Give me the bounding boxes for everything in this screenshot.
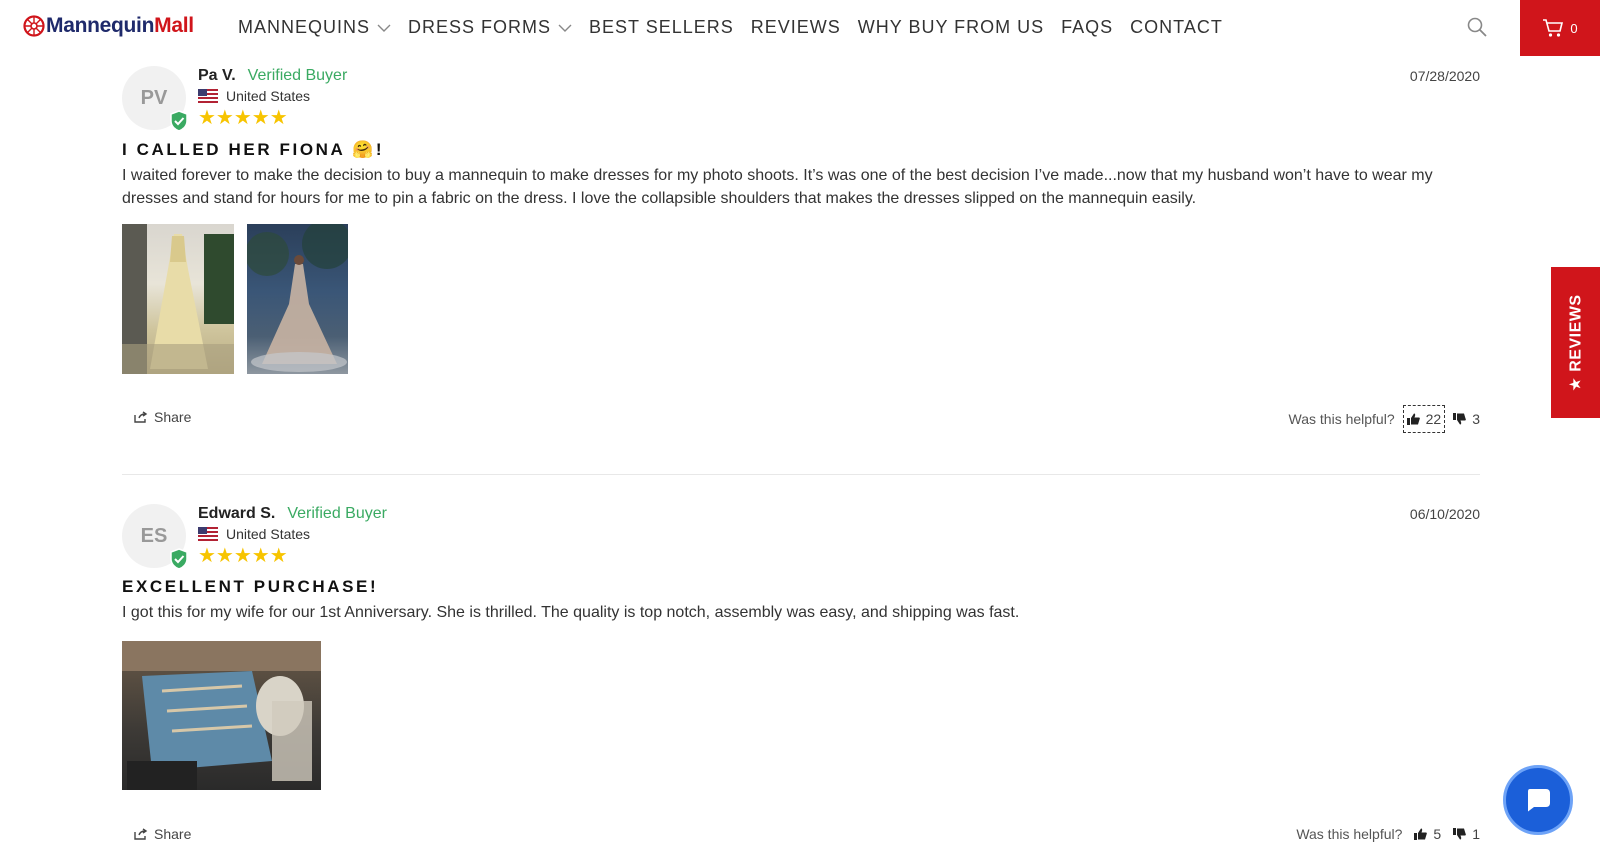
nav-label: FAQS	[1061, 17, 1114, 37]
review-photo[interactable]	[122, 224, 234, 374]
nav-item-reviews[interactable]: REVIEWS	[751, 17, 841, 38]
logo-text: MannequinMall	[46, 14, 194, 38]
photo-dress-image	[122, 224, 234, 374]
upvote-count: 5	[1433, 826, 1442, 842]
helpful-label: Was this helpful?	[1296, 826, 1403, 842]
country-label: United States	[226, 526, 311, 542]
thumbs-down-icon	[1453, 828, 1467, 840]
photo-gown-image	[247, 224, 348, 372]
review-title: I CALLED HER FIONA 🤗!	[122, 140, 385, 159]
reviewer-name: Edward S.	[198, 505, 276, 522]
site-header: MannequinMall MANNEQUINS DRESS FORMS BES…	[0, 0, 1600, 56]
cart-button[interactable]: 0	[1520, 0, 1600, 56]
reviewer-info: Pa V. Verified Buyer	[198, 67, 347, 85]
downvote-count: 3	[1472, 411, 1480, 427]
cart-count: 0	[1570, 20, 1578, 36]
helpful-label: Was this helpful?	[1288, 411, 1395, 427]
downvote-count: 1	[1472, 826, 1480, 842]
us-flag-icon	[198, 89, 218, 103]
share-label: Share	[154, 409, 192, 425]
review-item: PV Pa V. Verified Buyer United States ★★…	[122, 66, 1480, 446]
chat-button[interactable]	[1503, 765, 1573, 835]
share-button[interactable]: Share	[134, 409, 191, 425]
star-rating: ★★★★★	[198, 107, 288, 129]
reviewer-info: Edward S. Verified Buyer	[198, 505, 387, 523]
downvote-button[interactable]: 3	[1453, 411, 1480, 427]
nav-label: DRESS FORMS	[408, 17, 552, 37]
upvote-button[interactable]: 22	[1402, 405, 1446, 433]
main-nav: MANNEQUINS DRESS FORMS BEST SELLERS REVI…	[238, 17, 1240, 38]
nav-label: BEST SELLERS	[589, 17, 734, 37]
nav-label: REVIEWS	[750, 17, 841, 37]
nav-label: MANNEQUINS	[238, 17, 371, 37]
helpful-votes: Was this helpful? 22 3	[1288, 405, 1480, 433]
reviews-tab-label: ★ REVIEWS	[1567, 293, 1585, 392]
share-icon	[134, 411, 148, 423]
share-button[interactable]: Share	[134, 826, 191, 842]
nav-item-mannequins[interactable]: MANNEQUINS	[238, 17, 391, 38]
review-date: 07/28/2020	[1409, 68, 1480, 84]
upvote-button[interactable]: 5	[1414, 826, 1441, 842]
nav-label: WHY BUY FROM US	[857, 17, 1045, 37]
review-divider	[122, 474, 1480, 475]
reviewer-country: United States	[198, 526, 310, 542]
photo-mannequin-image	[122, 641, 321, 790]
chat-bubble-icon	[1528, 789, 1550, 812]
review-body: I waited forever to make the decision to…	[122, 167, 1433, 207]
verified-badge-icon	[170, 110, 188, 132]
us-flag-icon	[198, 527, 218, 541]
nav-item-best-sellers[interactable]: BEST SELLERS	[589, 17, 734, 38]
nav-item-contact[interactable]: CONTACT	[1130, 17, 1223, 38]
nav-item-dress-forms[interactable]: DRESS FORMS	[408, 17, 572, 38]
thumbs-up-icon	[1406, 413, 1420, 425]
thumbs-down-icon	[1453, 413, 1467, 425]
search-icon[interactable]	[1466, 16, 1488, 38]
helpful-votes: Was this helpful? 5 1	[1296, 826, 1480, 842]
logo-text-part2: Mall	[154, 14, 194, 37]
reviewer-country: United States	[198, 88, 310, 104]
reviews-side-tab[interactable]: ★ REVIEWS	[1551, 267, 1600, 418]
review-photo[interactable]	[122, 641, 321, 790]
chevron-down-icon	[377, 24, 391, 32]
downvote-button[interactable]: 1	[1453, 826, 1480, 842]
upvote-count: 22	[1425, 411, 1442, 427]
review-date: 06/10/2020	[1409, 506, 1480, 522]
logo-icon	[23, 15, 45, 37]
verified-buyer-label: Verified Buyer	[287, 505, 387, 522]
logo[interactable]: MannequinMall	[23, 14, 194, 38]
thumbs-up-icon	[1414, 828, 1428, 840]
review-body: I got this for my wife for our 1st Anniv…	[122, 604, 1020, 621]
reviewer-name: Pa V.	[198, 67, 236, 84]
star-rating: ★★★★★	[198, 545, 288, 567]
chevron-down-icon	[558, 24, 572, 32]
review-item: ES Edward S. Verified Buyer United State…	[122, 504, 1480, 854]
review-photo[interactable]	[247, 224, 348, 374]
nav-label: CONTACT	[1130, 17, 1223, 37]
share-label: Share	[154, 826, 192, 842]
verified-buyer-label: Verified Buyer	[247, 67, 348, 84]
logo-text-part1: Mannequin	[46, 14, 155, 37]
verified-badge-icon	[170, 548, 188, 570]
cart-icon	[1543, 19, 1564, 37]
nav-item-faqs[interactable]: FAQS	[1061, 17, 1113, 38]
share-icon	[134, 828, 148, 840]
review-title: EXCELLENT PURCHASE!	[122, 577, 379, 596]
country-label: United States	[226, 88, 311, 104]
nav-item-why-buy-from-us[interactable]: WHY BUY FROM US	[858, 17, 1044, 38]
